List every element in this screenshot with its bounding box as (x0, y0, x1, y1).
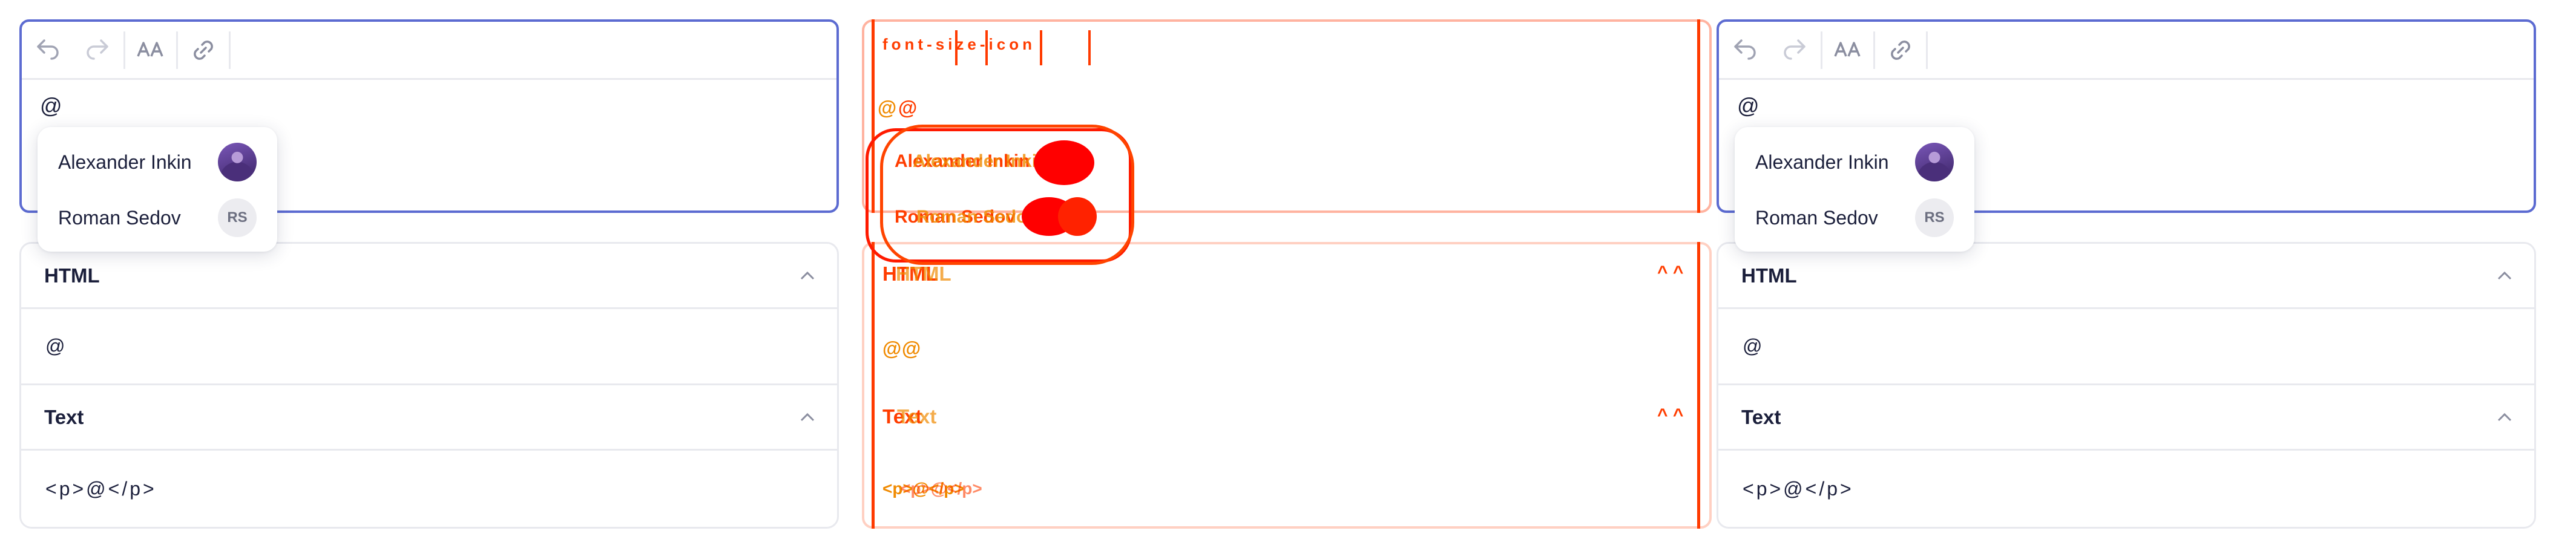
accordion-title: Text (44, 405, 84, 428)
accordion-header-html[interactable]: HTML (1718, 244, 2534, 309)
diff-mark (1040, 30, 1042, 65)
text-output: <p>@</p> (1743, 477, 1854, 500)
diff-edge (872, 242, 875, 529)
diff-html-output: @ (882, 338, 902, 359)
diff-toolbar-marks: font-size-icon (882, 35, 1036, 53)
diff-html-output: @ (902, 338, 921, 359)
link-icon (1891, 40, 1910, 60)
chevron-up-icon (2497, 413, 2512, 421)
link-button[interactable] (1875, 21, 1926, 79)
mention-option[interactable]: Roman Sedov RS (38, 190, 277, 246)
diff-text-output: <p>@</p> (901, 479, 982, 498)
accordion-content-text: <p>@</p> (21, 451, 837, 527)
accordion-header-text[interactable]: Text (1718, 385, 2534, 451)
font-size-button[interactable] (1822, 21, 1873, 79)
diff-editor-content: @ (878, 97, 897, 119)
editor-toolbar (22, 22, 836, 80)
mention-dropdown: Alexander Inkin Roman Sedov RS (38, 127, 277, 252)
avatar: RS (1915, 198, 1954, 237)
font-size-icon (137, 41, 163, 57)
avatar (218, 143, 257, 181)
accordion: HTML @ Text <p>@</p> (19, 242, 839, 529)
diff-editor-content: @ (898, 97, 918, 119)
redo-button[interactable] (1770, 21, 1821, 79)
chevron-up-icon (2497, 271, 2512, 279)
diff-mention: Roman Sedov (916, 207, 1038, 227)
avatar (1915, 143, 1954, 181)
editor-content[interactable]: @ (40, 93, 62, 119)
mention-option[interactable]: Alexander Inkin (38, 134, 277, 190)
undo-button[interactable] (1719, 21, 1770, 79)
mention-name: Roman Sedov (1755, 206, 1878, 229)
font-size-icon (1834, 41, 1861, 57)
accordion-title: Text (1741, 405, 1781, 428)
accordion-title: HTML (1741, 264, 1797, 287)
diff-overlay: font-size-icon @ @ Alexander Inkin Alexa… (858, 0, 1718, 548)
undo-button[interactable] (22, 21, 73, 79)
diff-mark (955, 30, 958, 65)
editor-content[interactable]: @ (1737, 93, 1760, 119)
diff-accordion-title: Text (897, 405, 937, 428)
chevron-up-icon (800, 271, 815, 279)
mention-option[interactable]: Alexander Inkin (1735, 134, 1974, 190)
toolbar-separator (229, 31, 231, 69)
diff-avatar (1058, 197, 1097, 236)
diff-accordion-outline (862, 242, 1712, 529)
diff-chevron: ^ ^ (1657, 263, 1684, 282)
mention-dropdown: Alexander Inkin Roman Sedov RS (1735, 127, 1974, 252)
accordion-content-html: @ (21, 309, 837, 385)
redo-button[interactable] (73, 21, 123, 79)
chevron-up-icon (800, 413, 815, 421)
diff-mention: Alexander Inkin (913, 151, 1048, 171)
diff-accordion-title: HTML (896, 263, 951, 285)
undo-icon (1734, 39, 1756, 60)
undo-icon (37, 39, 59, 60)
accordion-header-text[interactable]: Text (21, 385, 837, 451)
avatar: RS (218, 198, 257, 237)
text-output: <p>@</p> (45, 477, 157, 500)
accordion-header-html[interactable]: HTML (21, 244, 837, 309)
link-button[interactable] (178, 21, 229, 79)
html-output: @ (1743, 335, 1763, 357)
diff-avatar (1034, 140, 1094, 185)
editor-toolbar (1719, 22, 2534, 80)
left-panel: @ Alexander Inkin Roman Sedov RS HTML @ … (19, 0, 839, 548)
accordion-content-text: <p>@</p> (1718, 451, 2534, 527)
diff-edge (1697, 242, 1700, 529)
redo-icon (87, 39, 108, 60)
mention-name: Alexander Inkin (58, 151, 192, 173)
mention-name: Alexander Inkin (1755, 151, 1889, 173)
accordion: HTML @ Text <p>@</p> (1717, 242, 2536, 529)
mention-name: Roman Sedov (58, 206, 181, 229)
right-panel: @ Alexander Inkin Roman Sedov RS HTML @ … (1717, 0, 2536, 548)
diff-edge (1697, 19, 1700, 213)
toolbar-separator (1926, 31, 1928, 69)
html-output: @ (45, 335, 65, 357)
diff-mark (1088, 30, 1091, 65)
link-icon (194, 40, 213, 60)
accordion-content-html: @ (1718, 309, 2534, 385)
diff-chevron: ^ ^ (1657, 405, 1684, 425)
accordion-title: HTML (44, 264, 100, 287)
diff-mark (985, 30, 988, 65)
mention-option[interactable]: Roman Sedov RS (1735, 190, 1974, 246)
diff-dropdown-outline (880, 125, 1134, 265)
redo-icon (1784, 39, 1806, 60)
font-size-button[interactable] (125, 21, 176, 79)
